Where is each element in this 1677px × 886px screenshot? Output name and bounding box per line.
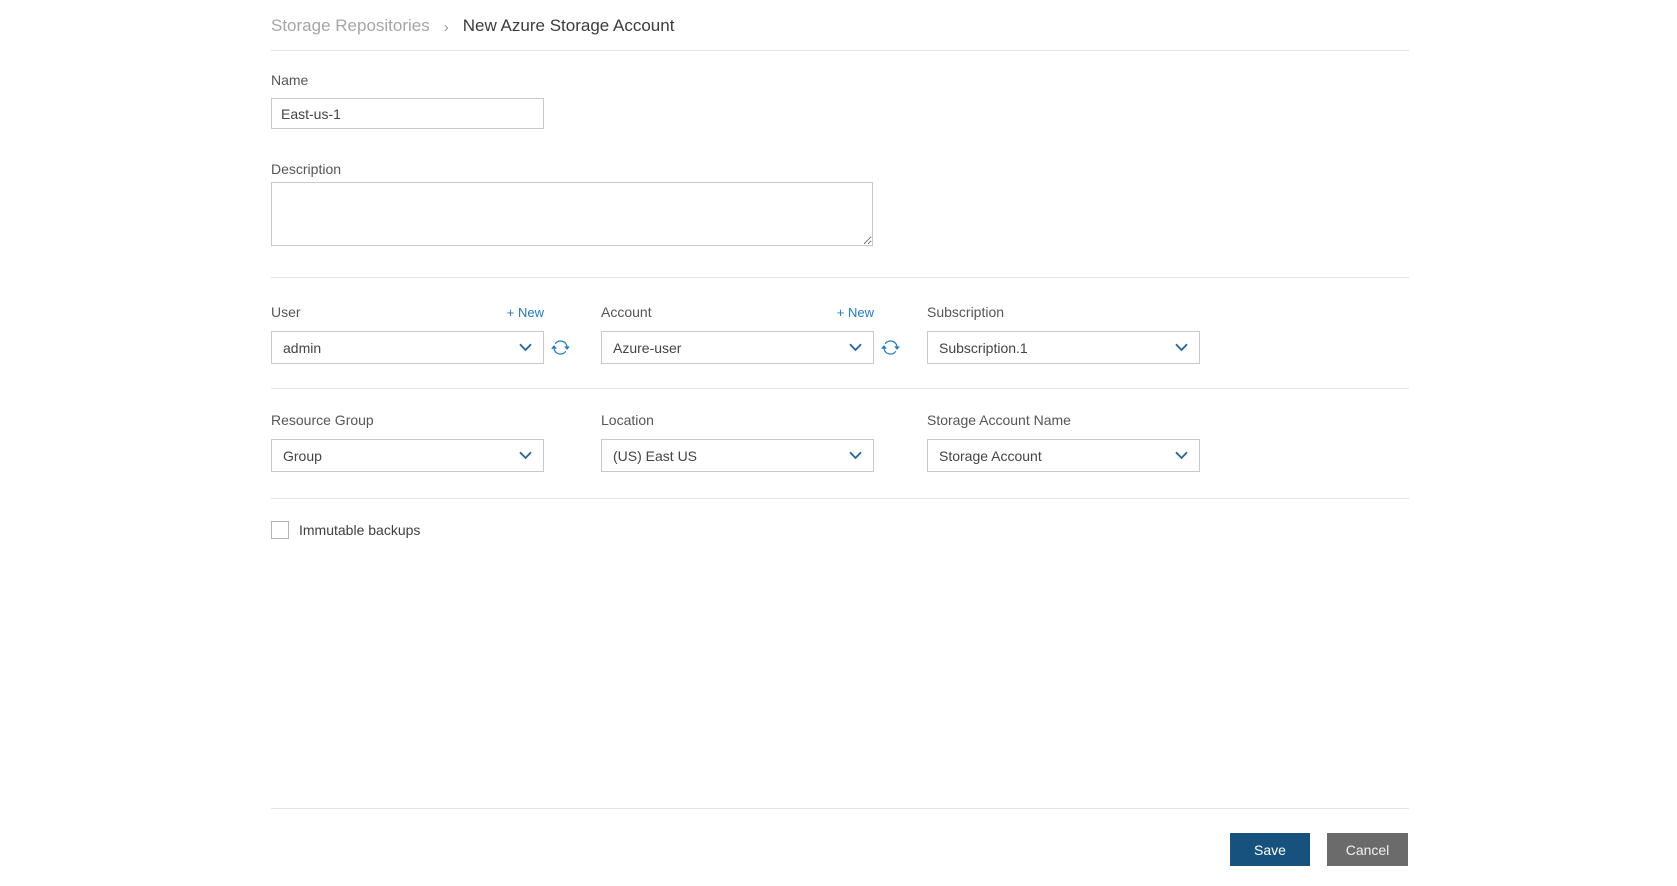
divider xyxy=(271,808,1409,809)
divider xyxy=(271,388,1409,389)
refresh-icon xyxy=(551,338,570,357)
user-refresh-button[interactable] xyxy=(551,338,570,357)
location-label: Location xyxy=(601,412,654,428)
divider xyxy=(271,277,1409,278)
immutable-backups-row: Immutable backups xyxy=(271,521,420,539)
account-field-group: Account + New Azure-user xyxy=(601,302,874,364)
page-title: New Azure Storage Account xyxy=(462,16,675,35)
location-dropdown[interactable]: (US) East US xyxy=(601,439,874,472)
account-dropdown-value: Azure-user xyxy=(613,339,682,356)
chevron-down-icon xyxy=(1175,451,1188,460)
chevron-down-icon xyxy=(519,451,532,460)
user-dropdown-value: admin xyxy=(283,339,322,356)
user-label: User xyxy=(271,304,301,320)
new-azure-storage-account-page: Storage Repositories › New Azure Storage… xyxy=(0,0,1677,886)
name-label: Name xyxy=(271,72,309,88)
immutable-backups-checkbox[interactable] xyxy=(271,521,289,539)
storage-account-name-field-group: Storage Account Name Storage Account xyxy=(927,410,1200,472)
account-dropdown[interactable]: Azure-user xyxy=(601,331,874,364)
breadcrumb: Storage Repositories › New Azure Storage… xyxy=(271,16,674,36)
description-textarea[interactable] xyxy=(271,182,873,246)
name-input[interactable] xyxy=(271,98,544,129)
subscription-dropdown[interactable]: Subscription.1 xyxy=(927,331,1200,364)
immutable-backups-label: Immutable backups xyxy=(299,522,421,538)
description-label: Description xyxy=(271,161,342,177)
chevron-down-icon xyxy=(519,343,532,352)
subscription-dropdown-value: Subscription.1 xyxy=(939,339,1028,356)
chevron-down-icon xyxy=(1175,343,1188,352)
storage-account-name-label: Storage Account Name xyxy=(927,412,1071,428)
location-dropdown-value: (US) East US xyxy=(613,447,698,464)
chevron-down-icon xyxy=(849,343,862,352)
user-field-group: User + New admin xyxy=(271,302,544,364)
breadcrumb-separator-icon: › xyxy=(443,18,449,36)
account-refresh-button[interactable] xyxy=(881,338,900,357)
account-label: Account xyxy=(601,304,652,320)
user-dropdown[interactable]: admin xyxy=(271,331,544,364)
subscription-field-group: Subscription Subscription.1 xyxy=(927,302,1200,364)
resource-group-dropdown[interactable]: Group xyxy=(271,439,544,472)
chevron-down-icon xyxy=(849,451,862,460)
user-new-link[interactable]: + New xyxy=(507,305,544,320)
subscription-label: Subscription xyxy=(927,304,1005,320)
name-field-group: Name xyxy=(271,70,544,129)
storage-account-name-dropdown-value: Storage Account xyxy=(939,447,1042,464)
breadcrumb-storage-repositories-link[interactable]: Storage Repositories xyxy=(271,16,430,36)
location-field-group: Location (US) East US xyxy=(601,410,874,472)
resource-group-dropdown-value: Group xyxy=(283,447,322,464)
refresh-icon xyxy=(881,338,900,357)
cancel-button[interactable]: Cancel xyxy=(1327,833,1408,866)
save-button[interactable]: Save xyxy=(1230,833,1310,866)
storage-account-name-dropdown[interactable]: Storage Account xyxy=(927,439,1200,472)
divider xyxy=(271,50,1409,51)
resource-group-field-group: Resource Group Group xyxy=(271,410,544,472)
divider xyxy=(271,498,1409,499)
account-new-link[interactable]: + New xyxy=(837,305,874,320)
resource-group-label: Resource Group xyxy=(271,412,374,428)
